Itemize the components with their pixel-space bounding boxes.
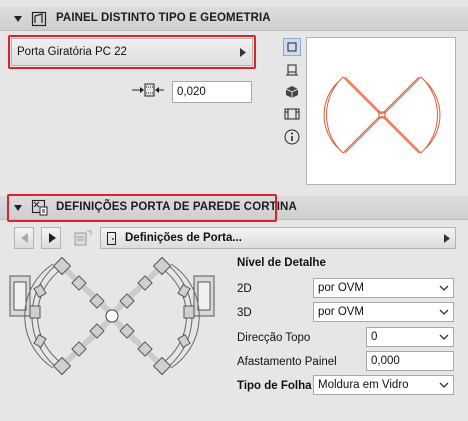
door-page-icon — [107, 232, 116, 245]
prev-page-icon — [21, 233, 28, 243]
thickness-dimension-icon — [132, 83, 164, 97]
row-3d-label: 3D — [237, 307, 252, 319]
page-list-icon — [74, 230, 92, 246]
page-selector[interactable]: Definições de Porta... — [100, 227, 456, 249]
next-page-icon — [49, 233, 56, 243]
chevron-down-icon — [439, 382, 449, 388]
detail-level-title: Nível de Detalhe — [237, 257, 326, 269]
row-3d-select[interactable]: por OVM — [313, 302, 454, 322]
leaf-type-select[interactable]: Moldura em Vidro — [313, 375, 454, 395]
chevron-right-icon — [444, 234, 450, 243]
panel-type-label: Porta Giratória PC 22 — [17, 46, 127, 58]
top-direction-label: Direcção Topo — [237, 332, 311, 344]
3d-view-icon[interactable] — [283, 83, 301, 101]
next-page-button[interactable] — [41, 227, 61, 249]
revolving-door-preview — [323, 76, 441, 154]
panel-type-selector[interactable]: Porta Giratória PC 22 — [11, 38, 253, 66]
leaf-type-label: Tipo de Folha — [237, 380, 312, 392]
row-2d-select[interactable]: por OVM — [313, 278, 454, 298]
section-view-icon[interactable] — [283, 61, 301, 79]
row-2d-label: 2D — [237, 283, 252, 295]
prev-page-button[interactable] — [14, 227, 34, 249]
collapse-triangle-icon[interactable] — [14, 16, 22, 22]
elevation-view-icon[interactable] — [283, 105, 301, 123]
panel-offset-input[interactable]: 0,000 — [366, 351, 454, 371]
top-direction-select[interactable]: 0 — [366, 327, 454, 347]
row-3d-value: por OVM — [318, 306, 365, 318]
row-2d-value: por OVM — [318, 282, 365, 294]
curtain-door-plan-illustration — [9, 256, 215, 376]
top-direction-value: 0 — [371, 331, 378, 343]
chevron-down-icon — [439, 285, 449, 291]
section-title-geometry: PAINEL DISTINTO TIPO E GEOMETRIA — [56, 12, 271, 24]
chevron-down-icon — [439, 334, 449, 340]
chevron-down-icon — [439, 309, 449, 315]
preview-canvas[interactable] — [306, 37, 456, 185]
thickness-input[interactable]: 0,020 — [172, 81, 252, 103]
plan-view-icon[interactable] — [283, 38, 301, 56]
page-selector-label: Definições de Porta... — [125, 232, 242, 244]
section-header-geometry[interactable]: PAINEL DISTINTO TIPO E GEOMETRIA — [0, 7, 468, 31]
leaf-type-value: Moldura em Vidro — [318, 379, 409, 391]
door-settings-icon — [31, 11, 47, 27]
page-list-button[interactable] — [70, 227, 96, 249]
panel-offset-label: Afastamento Painel — [237, 356, 337, 368]
highlight-section-header — [7, 194, 277, 222]
chevron-right-icon — [240, 48, 246, 57]
info-icon[interactable] — [283, 128, 301, 146]
